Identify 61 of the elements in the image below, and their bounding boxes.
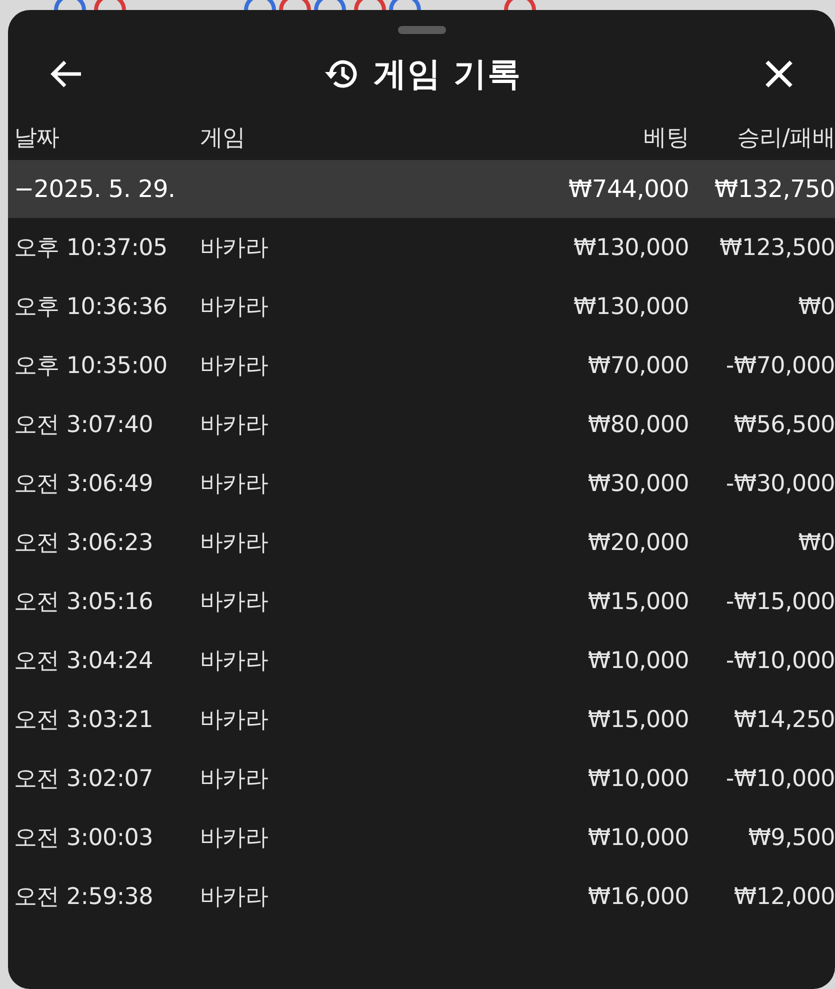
date-group-row[interactable]: −2025. 5. 29. ₩744,000 ₩132,750	[8, 160, 835, 218]
bet-cell-text: ₩16,000	[586, 884, 689, 910]
time-cell-text: 오전 3:00:03	[14, 824, 154, 853]
game-cell-text: 바카라	[200, 765, 270, 794]
game-cell-text: 바카라	[200, 824, 270, 853]
result-cell-text: -₩10,000	[724, 766, 835, 792]
result-cell-text: -₩15,000	[724, 588, 835, 614]
time-cell-text: 오후 10:35:00	[14, 352, 168, 381]
bet-cell-text: ₩10,000	[586, 824, 689, 850]
bet-cell-text: ₩130,000	[572, 294, 689, 320]
result-cell-text: ₩0	[797, 530, 835, 556]
back-arrow-icon	[49, 59, 83, 89]
result-cell-text: ₩56,500	[732, 412, 835, 438]
time-cell-text: 오후 10:37:05	[14, 234, 168, 263]
result-cell-text: ₩123,500	[718, 234, 835, 260]
time-cell-text: 오전 3:02:07	[14, 765, 154, 794]
bet-cell-text: ₩130,000	[572, 234, 689, 260]
bet-cell-text: ₩15,000	[586, 588, 689, 614]
column-header: 승리/패배	[736, 124, 835, 152]
bet-cell-text: ₩20,000	[586, 530, 689, 556]
result-cell-text: ₩12,000	[732, 884, 835, 910]
result-cell-text: -₩10,000	[724, 648, 835, 674]
time-cell-text: 오전 3:06:23	[14, 529, 154, 558]
bet-cell-text: ₩80,000	[586, 412, 689, 438]
drag-handle[interactable]	[398, 26, 446, 34]
game-cell-text: 바카라	[200, 234, 270, 263]
result-cell-text: -₩70,000	[724, 352, 835, 378]
column-header: 게임	[200, 124, 246, 152]
result-cell-text: ₩14,250	[732, 706, 835, 732]
game-cell-text: 바카라	[200, 352, 270, 381]
result-cell-text: ₩9,500	[747, 824, 835, 850]
bet-cell-text: ₩10,000	[586, 766, 689, 792]
history-icon	[323, 57, 360, 91]
time-cell-text: 오전 3:03:21	[14, 706, 154, 735]
sheet-title: 게임 기록	[373, 52, 522, 94]
game-cell-text: 바카라	[200, 529, 270, 558]
bet-cell-text: ₩70,000	[586, 352, 689, 378]
result-cell-text: -₩30,000	[724, 470, 835, 496]
game-cell-text: 바카라	[200, 647, 270, 676]
time-cell-text: 오전 3:04:24	[14, 647, 154, 676]
bet-cell-text: ₩30,000	[586, 470, 689, 496]
time-cell-text: 오전 3:06:49	[14, 470, 154, 499]
bet-cell-text: ₩10,000	[586, 648, 689, 674]
game-cell-text: 바카라	[200, 293, 270, 322]
column-header: 날짜	[14, 124, 60, 152]
game-cell-text: 바카라	[200, 470, 270, 499]
game-cell-text: 바카라	[200, 706, 270, 735]
group-date: −2025. 5. 29.	[14, 175, 176, 203]
game-cell-text: 바카라	[200, 411, 270, 440]
time-cell-text: 오전 2:59:38	[14, 883, 154, 912]
group-bet-total: ₩744,000	[567, 175, 689, 203]
game-cell-text: 바카라	[200, 588, 270, 617]
time-cell-text: 오후 10:36:36	[14, 293, 168, 322]
result-cell-text: ₩0	[797, 294, 835, 320]
game-cell-text: 바카라	[200, 883, 270, 912]
close-icon	[764, 59, 794, 89]
bet-cell-text: ₩15,000	[586, 706, 689, 732]
time-cell-text: 오전 3:05:16	[14, 588, 154, 617]
column-header: 베팅	[642, 124, 689, 152]
group-result-total: ₩132,750	[713, 175, 835, 203]
time-cell-text: 오전 3:07:40	[14, 411, 154, 440]
